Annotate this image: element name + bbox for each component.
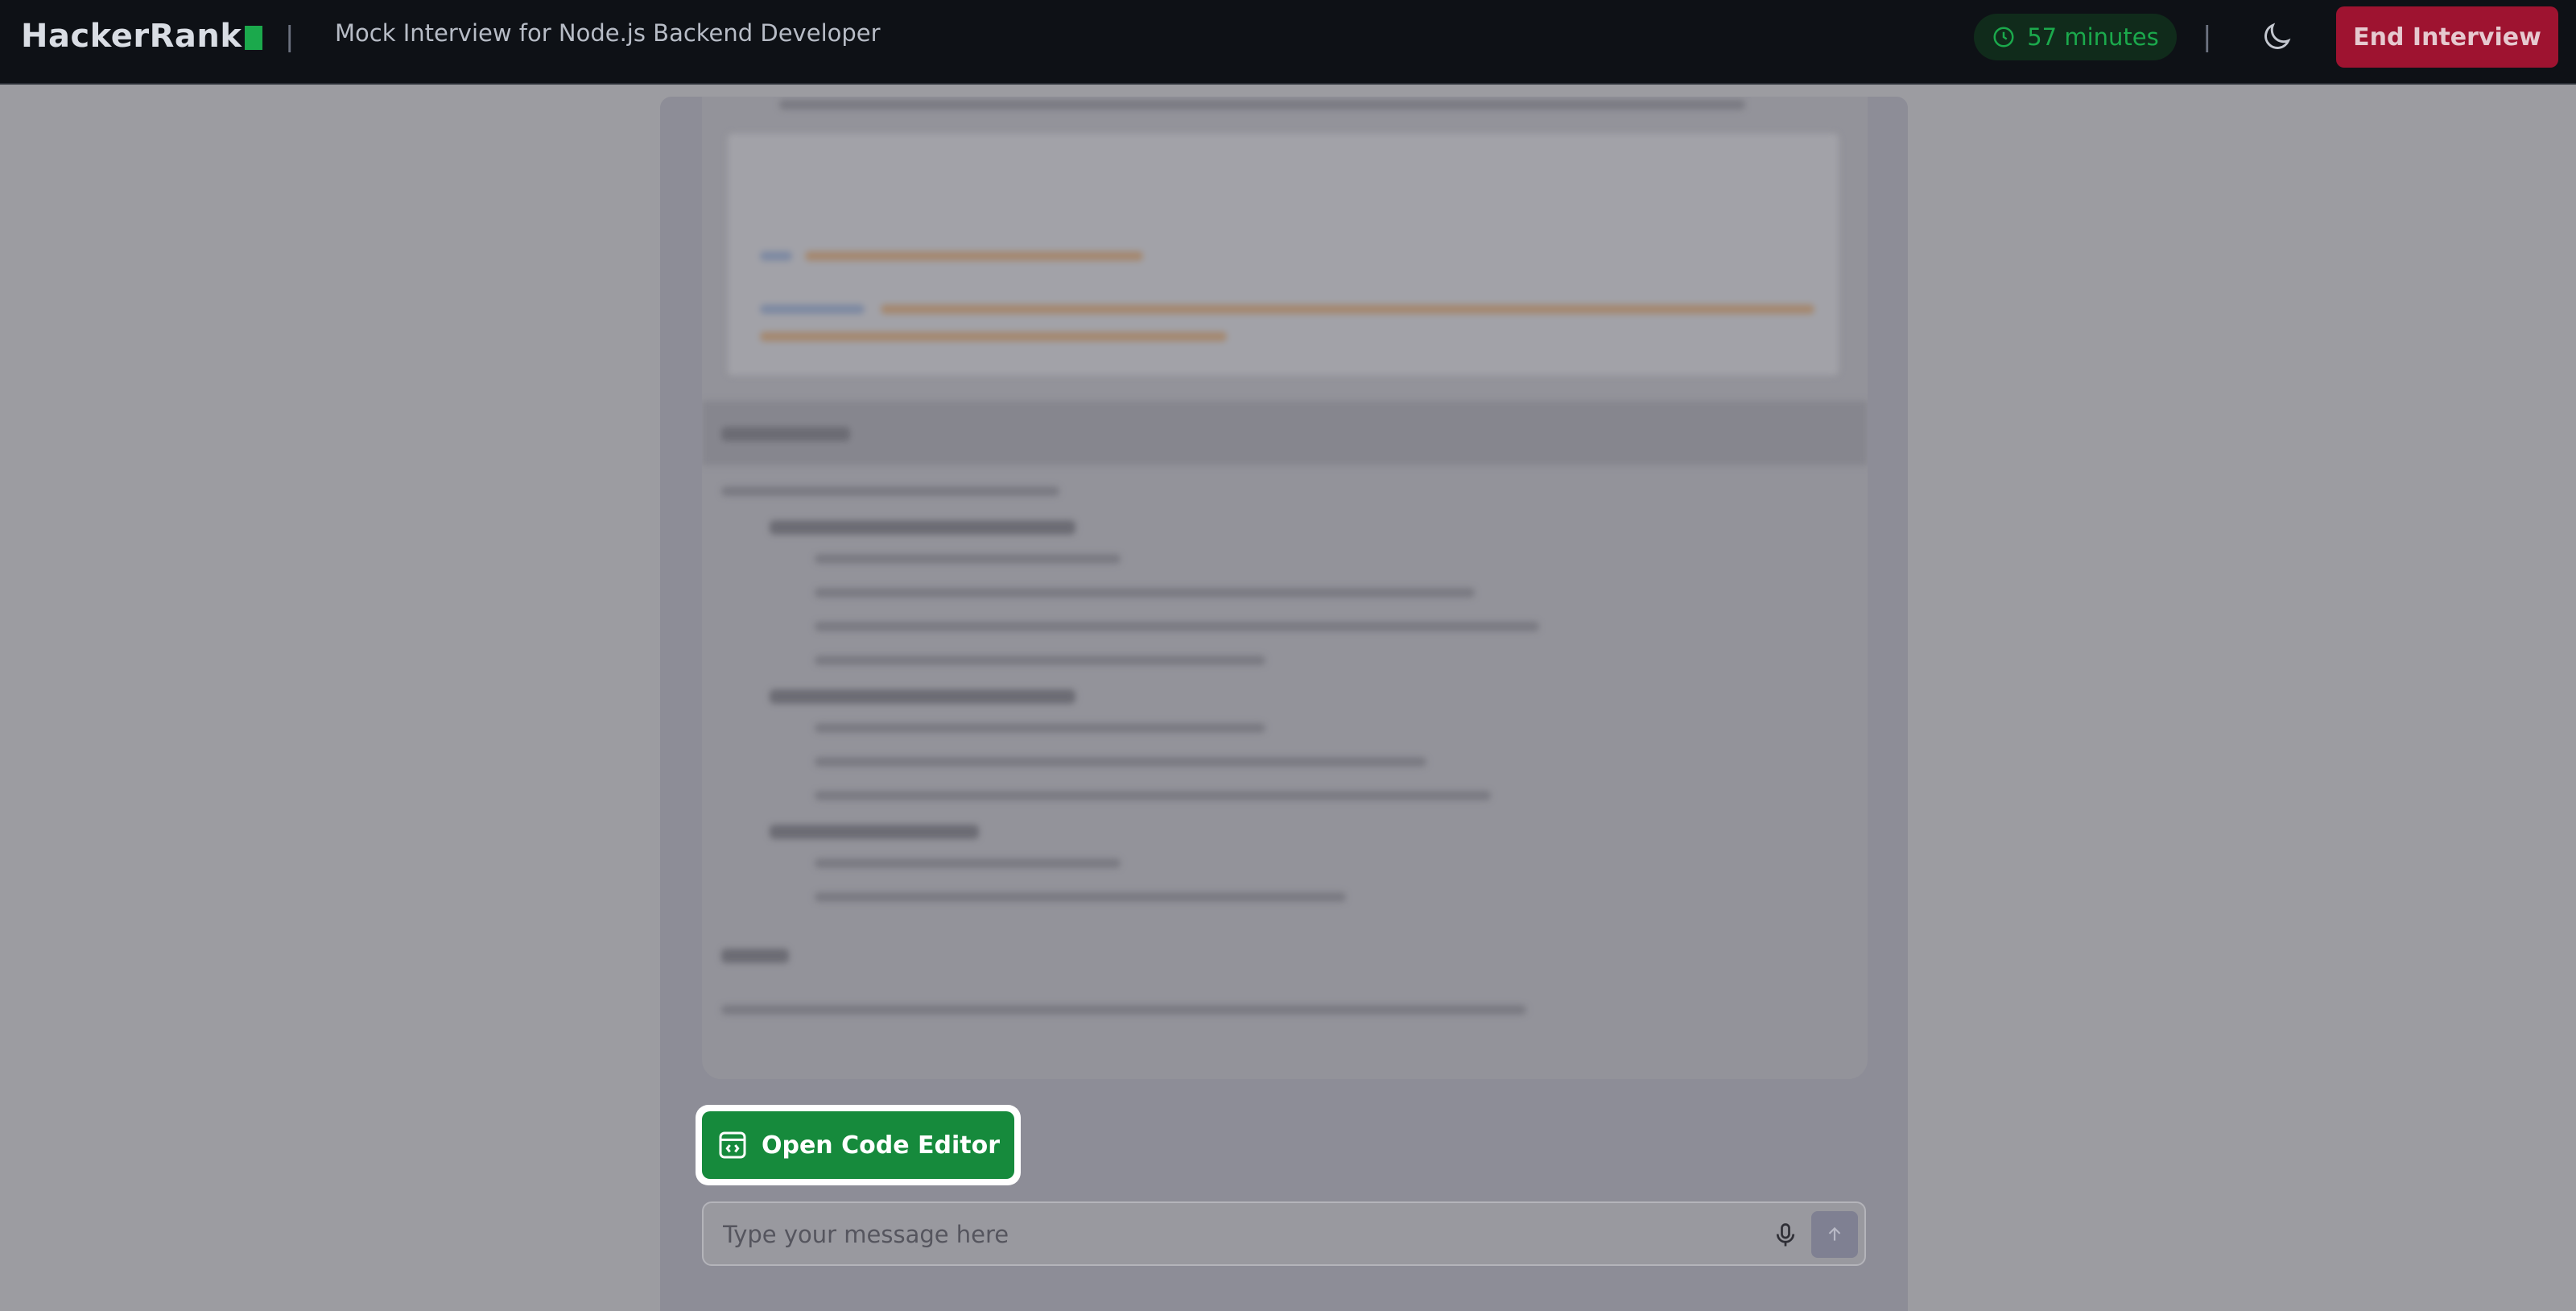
timer-badge: 57 minutes — [1974, 14, 2177, 60]
send-message-button[interactable] — [1811, 1211, 1858, 1258]
interview-title: Mock Interview for Node.js Backend Devel… — [335, 19, 881, 47]
code-window-icon — [719, 1131, 746, 1159]
microphone-icon[interactable] — [1771, 1221, 1800, 1250]
open-code-editor-label: Open Code Editor — [761, 1131, 1000, 1160]
message-composer — [702, 1201, 1866, 1266]
arrow-up-icon — [1828, 1226, 1841, 1241]
clock-icon — [1993, 27, 2014, 48]
message-input[interactable] — [723, 1214, 1721, 1255]
logo-mark — [245, 26, 263, 50]
question-content-card — [702, 97, 1868, 1079]
end-interview-button[interactable]: End Interview — [2336, 6, 2558, 68]
open-code-editor-button-face[interactable]: Open Code Editor — [702, 1111, 1014, 1179]
section-heading-bar — [702, 401, 1868, 465]
logo-text: HackerRank — [21, 18, 242, 55]
code-block — [728, 134, 1839, 375]
moon-icon[interactable] — [2259, 19, 2294, 55]
hackerrank-logo[interactable]: HackerRank — [21, 18, 263, 55]
header-divider: | — [2202, 21, 2212, 53]
open-code-editor-button[interactable]: Open Code Editor — [696, 1105, 1021, 1185]
timer-text: 57 minutes — [2027, 23, 2159, 51]
blurred-question-content — [702, 97, 1868, 1079]
top-navigation-bar: HackerRank | Mock Interview for Node.js … — [0, 0, 2576, 85]
header-divider: | — [285, 21, 295, 53]
